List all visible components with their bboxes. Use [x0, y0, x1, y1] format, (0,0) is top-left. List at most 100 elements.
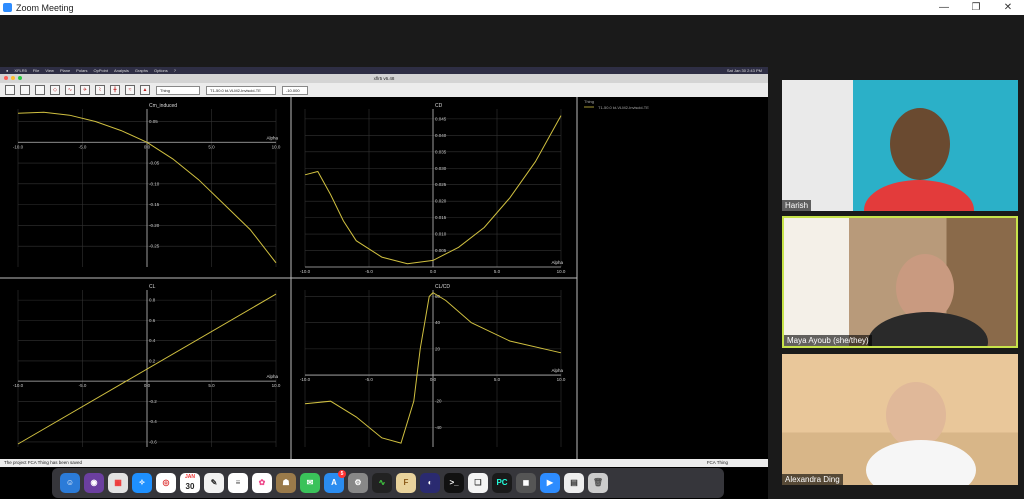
x-tick-label: 0.0	[144, 383, 151, 388]
menu-polars[interactable]: Polars	[76, 68, 87, 73]
preview-icon[interactable]: ❏	[468, 473, 488, 493]
close-button[interactable]: ✕	[992, 0, 1024, 15]
menu-analysis[interactable]: Analysis	[114, 68, 129, 73]
window-title: Zoom Meeting	[16, 2, 74, 13]
y-tick-label: -0.4	[149, 419, 157, 424]
apple-icon[interactable]: ●	[6, 68, 8, 73]
y-tick-label: -0.25	[149, 244, 160, 249]
split-icon[interactable]: ╋	[110, 85, 120, 95]
siri-icon[interactable]: ◉	[84, 473, 104, 493]
reminders-icon[interactable]: ≡	[228, 473, 248, 493]
participant-tile[interactable]: Harish	[782, 80, 1018, 211]
menu-help[interactable]: ?	[174, 68, 176, 73]
document-icon[interactable]: ▤	[564, 473, 584, 493]
polar-icon[interactable]: ∿	[65, 85, 75, 95]
menu-file[interactable]: File	[33, 68, 39, 73]
safari-icon[interactable]: ✧	[132, 473, 152, 493]
zoom-title-bar: Zoom Meeting — ❐ ✕	[0, 0, 1024, 15]
y-tick-label: 0.4	[149, 338, 156, 343]
graph-icon[interactable]: ⌇	[95, 85, 105, 95]
x-tick-label: -10.0	[300, 269, 311, 274]
y-tick-label: 0.6	[149, 318, 156, 323]
foil-icon[interactable]: ◇	[50, 85, 60, 95]
save-icon[interactable]	[35, 85, 45, 95]
x-tick-label: 10.0	[272, 144, 281, 149]
polar-select[interactable]: T1-50.0 kt-VLM2-Inviscid-TE	[206, 85, 276, 95]
legend-series: T1-50.0 kt-VLM2-Inviscid-TE	[598, 105, 649, 110]
y-tick-label: 0.8	[149, 298, 156, 303]
y-tick-label: -0.10	[149, 181, 160, 186]
minimize-dot-icon[interactable]	[11, 76, 15, 80]
messages-icon[interactable]: ✉	[300, 473, 320, 493]
participant-video	[890, 108, 950, 180]
new-file-icon[interactable]	[5, 85, 15, 95]
chart-title: CL	[149, 284, 156, 290]
textedit-icon[interactable]: ✎	[204, 473, 224, 493]
zoom-dock-icon[interactable]: ▶	[540, 473, 560, 493]
menu-graphs[interactable]: Graphs	[135, 68, 148, 73]
participant-shirt	[864, 180, 974, 211]
pycharm-icon[interactable]: PC	[492, 473, 512, 493]
y-tick-label: 0.020	[435, 199, 447, 204]
zoom-dot-icon[interactable]	[18, 76, 22, 80]
menu-view[interactable]: View	[45, 68, 54, 73]
app-toolbar: ◇ ∿ ✈ ⌇ ╋ ≈ ▲ Thing T1-50.0 kt-VLM2-Invi…	[0, 83, 768, 98]
x-tick-label: -5.0	[79, 144, 87, 149]
x-axis-label: Alpha	[266, 135, 278, 140]
y-tick-label: -40	[435, 425, 442, 430]
y-tick-label: 40	[435, 320, 441, 325]
x-axis-label: Alpha	[551, 368, 563, 373]
eclipse-icon[interactable]: ◐	[420, 473, 440, 493]
participant-tile[interactable]: Alexandra Ding	[782, 354, 1018, 485]
graphs-canvas[interactable]: Thing T1-50.0 kt-VLM2-Inviscid-TE -10.0 -…	[0, 97, 768, 459]
terminal-icon[interactable]: >_	[444, 473, 464, 493]
x-tick-label: -10.0	[300, 377, 311, 382]
y-tick-label: 0.010	[435, 232, 447, 237]
y-tick-label: 0.2	[149, 358, 156, 363]
calendar-month: JAN	[184, 474, 195, 480]
plane-icon[interactable]: ✈	[80, 85, 90, 95]
xflr5-icon[interactable]: F	[396, 473, 416, 493]
status-project: FCA Thing	[706, 460, 728, 465]
x-tick-label: 10.0	[557, 377, 566, 382]
app-store-icon[interactable]: A5	[324, 470, 346, 493]
y-tick-label: -0.6	[149, 439, 157, 444]
participant-tile-active-speaker[interactable]: Maya Ayoub (she/they)	[782, 216, 1018, 348]
menu-clock: Sat Jan 30 2:43 PM	[726, 68, 762, 73]
chart-title: CL/CD	[435, 284, 450, 290]
status-message: The project FCA Thing has been saved	[4, 460, 82, 465]
audio-icon[interactable]: ◼	[516, 473, 536, 493]
zoom-logo-icon	[3, 3, 12, 12]
analysis-icon[interactable]: ▲	[140, 85, 150, 95]
participant-name: Alexandra Ding	[782, 474, 843, 485]
maximize-button[interactable]: ❐	[960, 0, 992, 15]
photos-icon[interactable]: ✿	[252, 473, 272, 493]
open-file-icon[interactable]	[20, 85, 30, 95]
value-select[interactable]: -10.000	[282, 85, 308, 95]
minimize-button[interactable]: —	[928, 0, 960, 15]
menu-plane[interactable]: Plane	[60, 68, 70, 73]
menu-oppoint[interactable]: OpPoint	[94, 68, 108, 73]
launchpad-icon[interactable]: ▦	[108, 473, 128, 493]
x-tick-label: 5.0	[494, 269, 501, 274]
app-title: xflr5 v6.48	[373, 76, 395, 81]
finder-icon[interactable]: ☺	[60, 473, 80, 493]
chrome-icon[interactable]: ◎	[156, 473, 176, 493]
screen-share: ● XFLR5 File View Plane Polars OpPoint A…	[0, 67, 768, 499]
x-tick-label: -5.0	[79, 383, 87, 388]
app-title-bar: xflr5 v6.48	[0, 74, 768, 83]
x-tick-label: 10.0	[557, 269, 566, 274]
menu-options[interactable]: Options	[154, 68, 168, 73]
contacts-icon[interactable]: ☗	[276, 473, 296, 493]
wing-icon[interactable]: ≈	[125, 85, 135, 95]
notification-badge: 5	[338, 470, 346, 478]
menu-app[interactable]: XFLR5	[14, 68, 26, 73]
x-tick-label: 0.0	[144, 144, 151, 149]
chart-title: Cm_induced	[149, 103, 177, 109]
close-dot-icon[interactable]	[4, 76, 8, 80]
activity-monitor-icon[interactable]: ∿	[372, 473, 392, 493]
settings-icon[interactable]: ⚙	[348, 473, 368, 493]
trash-icon[interactable]: 🗑	[588, 473, 608, 493]
plane-select[interactable]: Thing	[156, 85, 200, 95]
calendar-icon[interactable]: JAN 30	[180, 473, 200, 493]
